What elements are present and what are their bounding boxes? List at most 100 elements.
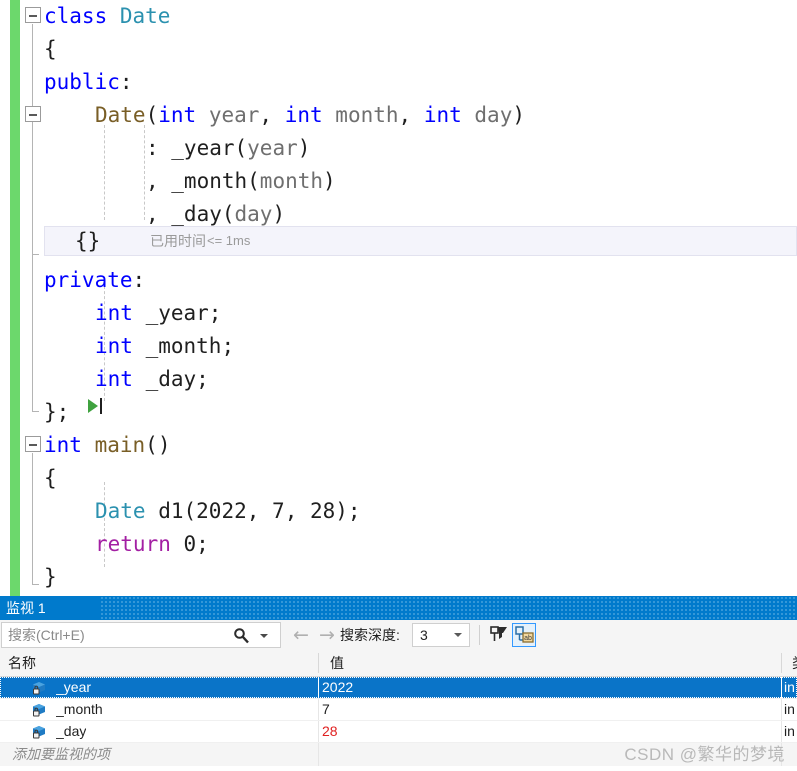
code-token: Date — [95, 103, 146, 127]
code-token: d1( — [145, 499, 197, 523]
cell-value[interactable]: 2022 — [322, 677, 353, 698]
code-token: day — [234, 202, 273, 226]
code-line[interactable]: int _month; — [0, 330, 797, 363]
code-token: }; — [44, 400, 70, 424]
code-token: { — [44, 466, 57, 490]
codelens-elapsed-time[interactable]: {} 已用时间 <= 1ms — [44, 226, 797, 256]
code-lines[interactable]: class Date { public: Date(int year, int mon… — [0, 0, 797, 594]
code-line[interactable]: return 0; — [0, 528, 797, 561]
code-token: ) — [323, 169, 336, 193]
search-previous-button[interactable]: ← — [290, 624, 312, 646]
code-line[interactable]: class Date — [0, 0, 797, 33]
column-divider-1[interactable] — [318, 653, 319, 673]
code-token: return — [95, 532, 171, 556]
search-dropdown-icon[interactable] — [260, 634, 268, 638]
search-depth-value: 3 — [420, 627, 428, 643]
code-token: ) — [512, 103, 525, 127]
code-token: ; — [196, 532, 209, 556]
table-row[interactable]: _month 7 in — [0, 699, 797, 721]
code-line[interactable]: } — [0, 561, 797, 594]
csdn-watermark: CSDN @繁华的梦境 — [624, 745, 785, 764]
field-private-icon — [32, 680, 48, 696]
cell-name: _day — [56, 723, 87, 739]
column-header-value[interactable]: 值 — [322, 650, 784, 676]
cell-value[interactable]: 7 — [322, 699, 330, 720]
code-token: { — [44, 37, 57, 61]
search-icon[interactable] — [233, 627, 250, 644]
code-line[interactable]: }; — [0, 396, 797, 429]
code-line-text: public: — [44, 66, 133, 99]
code-line[interactable]: int main() — [0, 429, 797, 462]
search-depth-label: 搜索深度: — [340, 627, 400, 643]
row-divider-1 — [318, 677, 319, 698]
row-divider-1 — [318, 743, 319, 766]
column-header-name[interactable]: 名称 — [0, 650, 322, 676]
watch-tab-bar[interactable]: 监视 1 — [0, 596, 797, 620]
code-token: : — [132, 268, 146, 292]
code-line-text: private: — [44, 264, 145, 297]
grid-rows[interactable]: _year 2022 in _month 7 in _day 28 in — [0, 677, 797, 743]
code-line-text: int _month; — [44, 330, 234, 363]
run-to-here-icon[interactable] — [86, 395, 106, 417]
show-raw-structure-icon[interactable]: ab — [512, 623, 536, 647]
code-line[interactable]: private: — [0, 264, 797, 297]
code-token: ) — [297, 136, 311, 160]
code-token: , _day( — [146, 202, 235, 226]
chevron-down-icon[interactable] — [454, 633, 462, 637]
code-line-text: } — [44, 561, 57, 594]
visual-studio-debug-window: class Date { public: Date(int year, int mon… — [0, 0, 797, 771]
row-divider-2 — [781, 699, 782, 720]
cell-type: in — [784, 679, 795, 695]
toolbar-separator — [479, 625, 480, 645]
code-token: , — [246, 499, 273, 523]
table-row[interactable]: _year 2022 in — [0, 677, 797, 699]
collapse-toggle-icon[interactable] — [25, 436, 41, 452]
cell-value[interactable]: 28 — [322, 721, 338, 742]
code-line-text: { — [44, 33, 57, 66]
code-line[interactable]: { — [0, 462, 797, 495]
search-input[interactable]: 搜索(Ctrl+E) — [1, 622, 281, 648]
code-token: int — [95, 334, 133, 358]
grid-header-row[interactable]: 名称 值 类 — [0, 650, 797, 677]
code-token: class — [44, 4, 120, 28]
code-line[interactable]: int _year; — [0, 297, 797, 330]
tab-watch-1[interactable]: 监视 1 — [6, 596, 46, 620]
code-line[interactable]: : _year(year) — [0, 132, 797, 165]
code-token: , _month( — [146, 169, 260, 193]
code-token: ( — [145, 103, 159, 127]
code-line-text: , _month(month) — [44, 165, 336, 198]
row-divider-1 — [318, 699, 319, 720]
collapse-toggle-icon[interactable] — [25, 7, 41, 23]
code-token: Date — [119, 4, 171, 28]
code-line[interactable]: public: — [0, 66, 797, 99]
code-token: year — [247, 136, 298, 160]
code-line-text: class Date — [44, 0, 170, 33]
watch-toolbar[interactable]: 搜索(Ctrl+E) ← → 搜索深度: 3 ab — [0, 620, 797, 651]
code-line[interactable]: Date(int year, int month, int day) — [0, 99, 797, 132]
svg-text:ab: ab — [524, 635, 532, 642]
code-line[interactable]: int _day; — [0, 363, 797, 396]
code-line[interactable]: Date d1(2022, 7, 28); — [0, 495, 797, 528]
column-header-type[interactable]: 类 — [784, 650, 797, 676]
watch-panel[interactable]: 监视 1 搜索(Ctrl+E) ← → 搜索深度: 3 ab 名称 值 _yea… — [0, 596, 797, 771]
code-token: , — [284, 499, 310, 523]
code-line[interactable]: , _month(month) — [0, 165, 797, 198]
code-token: int — [284, 103, 323, 127]
field-private-icon — [32, 724, 48, 740]
search-depth-select[interactable]: 3 — [412, 623, 470, 647]
code-token: int — [95, 367, 133, 391]
code-line[interactable]: { — [0, 33, 797, 66]
code-token: int — [44, 433, 82, 457]
search-placeholder: 搜索(Ctrl+E) — [8, 627, 85, 643]
collapse-toggle-icon[interactable] — [25, 106, 41, 122]
code-line-text: { — [44, 462, 57, 495]
search-next-button[interactable]: → — [316, 624, 338, 646]
column-divider-2[interactable] — [781, 653, 782, 673]
code-token: int — [158, 103, 197, 127]
pin-filter-icon[interactable] — [487, 623, 511, 647]
code-token: Date — [95, 499, 146, 523]
code-token: } — [44, 565, 57, 589]
code-editor[interactable]: class Date { public: Date(int year, int mon… — [0, 0, 797, 596]
